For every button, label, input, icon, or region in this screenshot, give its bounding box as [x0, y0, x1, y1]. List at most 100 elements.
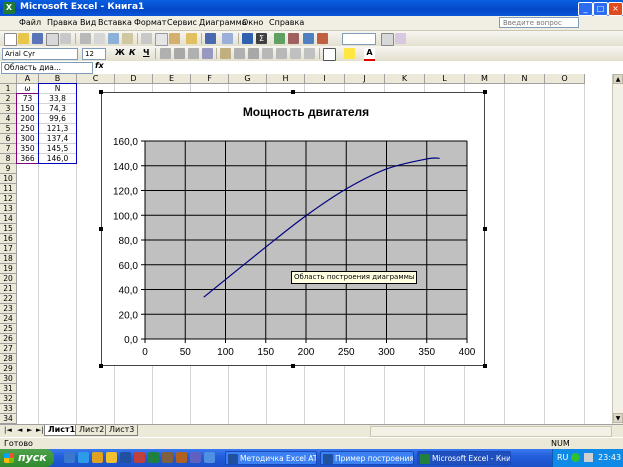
- tray-icon[interactable]: [571, 453, 580, 462]
- row-header[interactable]: 28: [0, 354, 17, 364]
- volume-icon[interactable]: [584, 453, 593, 462]
- chart-wizard-icon[interactable]: [303, 33, 314, 44]
- spelling-icon[interactable]: [108, 33, 119, 44]
- column-header[interactable]: K: [385, 74, 425, 84]
- close-button[interactable]: ×: [608, 2, 623, 16]
- row-header[interactable]: 21: [0, 284, 17, 294]
- menu-chart[interactable]: Диаграмма: [199, 18, 247, 27]
- app-icon[interactable]: [190, 452, 201, 463]
- scroll-down-icon[interactable]: ▼: [613, 413, 623, 423]
- row-header[interactable]: 13: [0, 204, 17, 214]
- name-box[interactable]: Область диа...: [1, 62, 93, 74]
- select-all-corner[interactable]: [0, 74, 17, 84]
- scroll-up-icon[interactable]: ▲: [613, 74, 623, 84]
- save-icon[interactable]: [32, 33, 43, 44]
- row-header[interactable]: 23: [0, 304, 17, 314]
- zoom-combo[interactable]: [342, 33, 376, 45]
- increase-decimal-icon[interactable]: [262, 48, 273, 59]
- resize-handle[interactable]: [291, 364, 295, 368]
- column-header[interactable]: G: [229, 74, 267, 84]
- copy-icon[interactable]: [155, 33, 168, 46]
- taskbar-button-3[interactable]: Microsoft Excel - Кни...: [417, 451, 511, 465]
- vertical-scrollbar[interactable]: ▲ ▼: [612, 74, 623, 424]
- column-header[interactable]: F: [191, 74, 229, 84]
- row-header[interactable]: 16: [0, 234, 17, 244]
- row-header[interactable]: 32: [0, 394, 17, 404]
- app-icon[interactable]: [204, 452, 215, 463]
- percent-icon[interactable]: [234, 48, 245, 59]
- menu-edit[interactable]: Правка: [47, 18, 77, 27]
- row-header[interactable]: 19: [0, 264, 17, 274]
- resize-handle[interactable]: [483, 90, 487, 94]
- app-icon[interactable]: [134, 452, 145, 463]
- resize-handle[interactable]: [99, 90, 103, 94]
- bold-button[interactable]: Ж: [115, 48, 125, 57]
- taskbar-button-2[interactable]: Пример построения ...: [320, 451, 414, 465]
- menu-insert[interactable]: Вставка: [98, 18, 132, 27]
- format-painter-icon[interactable]: [186, 33, 197, 44]
- resize-handle[interactable]: [291, 90, 295, 94]
- horizontal-scrollbar[interactable]: [370, 426, 612, 437]
- folder-icon[interactable]: [106, 452, 117, 463]
- first-sheet-icon[interactable]: |◄: [4, 426, 12, 434]
- start-button[interactable]: пуск: [0, 449, 54, 467]
- media-icon[interactable]: [92, 452, 103, 463]
- underline-button[interactable]: Ч: [143, 48, 149, 57]
- menu-view[interactable]: Вид: [80, 18, 96, 27]
- column-header[interactable]: E: [153, 74, 191, 84]
- row-header[interactable]: 3: [0, 104, 17, 114]
- excel-icon[interactable]: [148, 452, 159, 463]
- row-header[interactable]: 4: [0, 114, 17, 124]
- merge-center-icon[interactable]: [202, 48, 213, 59]
- row-header[interactable]: 27: [0, 344, 17, 354]
- font-color-icon[interactable]: A: [364, 48, 375, 62]
- row-header[interactable]: 33: [0, 404, 17, 414]
- row-header[interactable]: 25: [0, 324, 17, 334]
- language-indicator[interactable]: RU: [557, 453, 568, 462]
- row-header[interactable]: 24: [0, 314, 17, 324]
- row-header[interactable]: 8: [0, 154, 17, 164]
- row-header[interactable]: 22: [0, 294, 17, 304]
- chart-area[interactable]: Мощность двигателя 0 50 100 150 200 250 300 350 4…: [101, 92, 485, 366]
- increase-indent-icon[interactable]: [304, 48, 315, 59]
- sheet-tab-1[interactable]: Лист1: [44, 425, 80, 436]
- column-header[interactable]: J: [345, 74, 385, 84]
- row-header[interactable]: 15: [0, 224, 17, 234]
- font-size-combo[interactable]: 12: [82, 48, 106, 60]
- cut-icon[interactable]: [141, 33, 152, 44]
- row-header[interactable]: 9: [0, 164, 17, 174]
- row-header[interactable]: 26: [0, 334, 17, 344]
- hyperlink-icon[interactable]: [242, 33, 253, 44]
- row-header[interactable]: 6: [0, 134, 17, 144]
- currency-icon[interactable]: [220, 48, 231, 59]
- row-header[interactable]: 14: [0, 214, 17, 224]
- row-header[interactable]: 7: [0, 144, 17, 154]
- resize-handle[interactable]: [483, 227, 487, 231]
- column-header[interactable]: M: [465, 74, 505, 84]
- row-header[interactable]: 11: [0, 184, 17, 194]
- app-icon[interactable]: [162, 452, 173, 463]
- research-icon[interactable]: [122, 33, 133, 44]
- align-right-icon[interactable]: [188, 48, 199, 59]
- word-icon[interactable]: [120, 452, 131, 463]
- next-sheet-icon[interactable]: ►: [27, 426, 32, 434]
- minimize-button[interactable]: _: [578, 2, 593, 16]
- row-header[interactable]: 29: [0, 364, 17, 374]
- help-search-input[interactable]: Введите вопрос: [499, 17, 579, 28]
- row-header[interactable]: 10: [0, 174, 17, 184]
- help-icon[interactable]: [381, 33, 394, 46]
- comma-style-icon[interactable]: [248, 48, 259, 59]
- italic-button[interactable]: К: [129, 48, 136, 57]
- row-header[interactable]: 31: [0, 384, 17, 394]
- ie-icon[interactable]: [78, 452, 89, 463]
- prev-sheet-icon[interactable]: ◄: [17, 426, 22, 434]
- print-icon[interactable]: [80, 33, 91, 44]
- row-header[interactable]: 1: [0, 84, 17, 94]
- decrease-indent-icon[interactable]: [290, 48, 301, 59]
- menu-help[interactable]: Справка: [269, 18, 304, 27]
- column-header[interactable]: H: [267, 74, 305, 84]
- row-header[interactable]: 30: [0, 374, 17, 384]
- column-header[interactable]: O: [545, 74, 585, 84]
- column-header[interactable]: A: [17, 74, 39, 84]
- menu-format[interactable]: Формат: [134, 18, 166, 27]
